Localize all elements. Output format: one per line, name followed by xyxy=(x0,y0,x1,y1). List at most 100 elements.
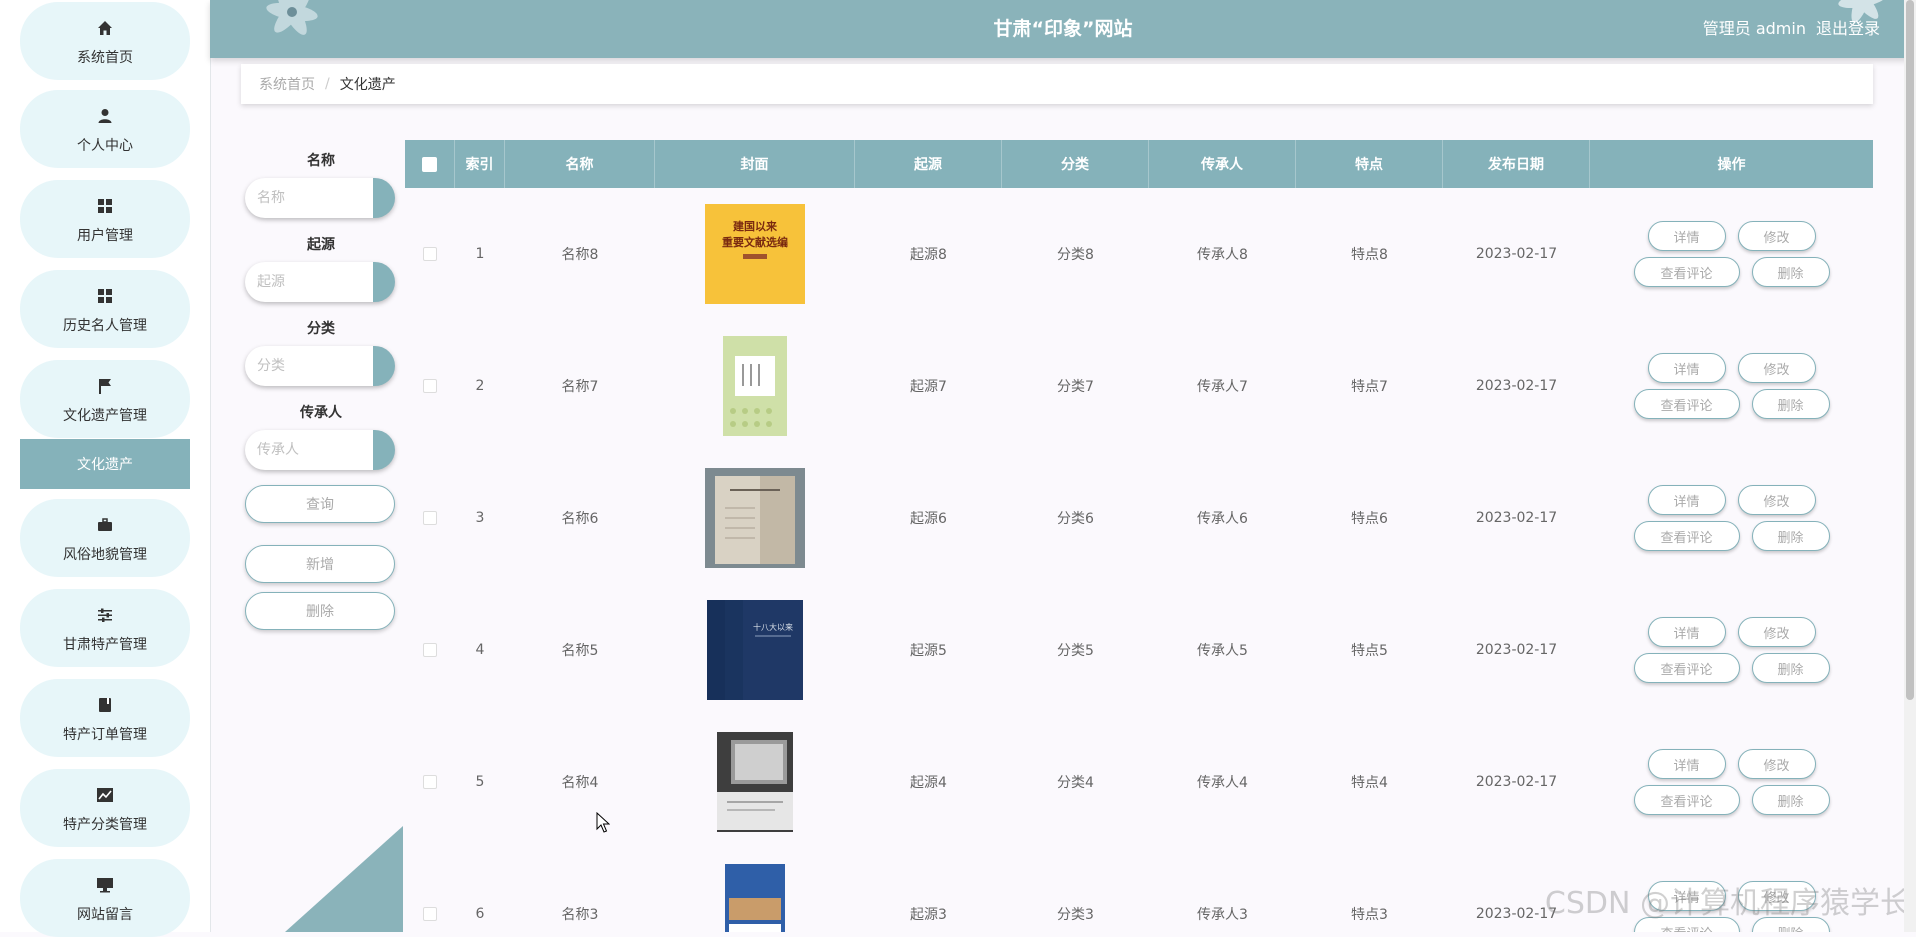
row-checkbox[interactable] xyxy=(423,775,437,789)
cell-cover xyxy=(655,452,855,584)
detail-button[interactable]: 详情 xyxy=(1647,749,1726,779)
view-comments-button[interactable]: 查看评论 xyxy=(1633,389,1740,419)
sidebar-item-celebrities[interactable]: 历史名人管理 xyxy=(20,270,190,348)
sidebar-item-categories[interactable]: 特产分类管理 xyxy=(20,769,190,847)
home-icon xyxy=(96,19,114,37)
detail-button[interactable]: 详情 xyxy=(1647,617,1726,647)
batch-delete-button[interactable]: 删除 xyxy=(245,592,395,630)
sidebar-item-heritage[interactable]: 文化遗产管理 xyxy=(20,360,190,438)
row-select-cell xyxy=(405,320,455,452)
cover-image xyxy=(705,336,805,436)
cell-cover xyxy=(655,716,855,848)
header-category: 分类 xyxy=(1002,140,1149,188)
header-actions: 操作 xyxy=(1717,157,1746,173)
delete-button[interactable]: 删除 xyxy=(1751,653,1830,683)
select-all-checkbox[interactable] xyxy=(422,156,437,172)
edit-button[interactable]: 修改 xyxy=(1737,353,1816,383)
edit-button[interactable]: 修改 xyxy=(1737,617,1816,647)
row-checkbox[interactable] xyxy=(423,511,437,525)
sidebar-item-profile[interactable]: 个人中心 xyxy=(20,90,190,168)
data-table: 索引 名称 封面 起源 分类 传承人 特点 发布日期 操作 1 名称8 建国以来 重要… xyxy=(405,140,1873,932)
view-comments-button[interactable]: 查看评论 xyxy=(1633,785,1740,815)
sidebar-subitem-heritage[interactable]: 文化遗产 xyxy=(20,439,190,489)
grid-icon xyxy=(96,197,114,215)
view-comments-button[interactable]: 查看评论 xyxy=(1633,653,1740,683)
sidebar-item-messages[interactable]: 网站留言 xyxy=(20,859,190,937)
select-all-cell xyxy=(405,140,455,188)
sliders-icon xyxy=(96,606,114,624)
table-header: 索引 名称 封面 起源 分类 传承人 特点 发布日期 操作 xyxy=(405,140,1873,188)
sidebar-item-label: 系统首页 xyxy=(77,50,133,66)
sidebar-item-label: 个人中心 xyxy=(77,138,133,154)
detail-button[interactable]: 详情 xyxy=(1647,221,1726,251)
sidebar-item-label: 文化遗产管理 xyxy=(63,408,147,424)
briefcase-icon xyxy=(96,516,114,534)
cell-date: 2023-02-17 xyxy=(1475,378,1558,394)
cell-index: 2 xyxy=(475,378,485,394)
edit-button[interactable]: 修改 xyxy=(1737,485,1816,515)
header-index: 索引 xyxy=(455,140,505,188)
view-comments-button[interactable]: 查看评论 xyxy=(1633,521,1740,551)
edit-button[interactable]: 修改 xyxy=(1737,221,1816,251)
sidebar-item-customs[interactable]: 风俗地貌管理 xyxy=(20,499,190,577)
sidebar-item-specialties[interactable]: 甘肃特产管理 xyxy=(20,589,190,667)
detail-button[interactable]: 详情 xyxy=(1647,485,1726,515)
header-heir: 传承人 xyxy=(1149,140,1296,188)
row-checkbox[interactable] xyxy=(423,379,437,393)
scrollbar-thumb[interactable] xyxy=(1906,0,1914,700)
view-comments-button[interactable]: 查看评论 xyxy=(1633,257,1740,287)
cell-name: 名称3 xyxy=(561,907,599,923)
category-input[interactable] xyxy=(245,346,395,386)
cell-index: 1 xyxy=(475,246,485,262)
edit-button[interactable]: 修改 xyxy=(1737,749,1816,779)
breadcrumb-home[interactable]: 系统首页 xyxy=(259,74,315,94)
cell-origin: 起源7 xyxy=(910,379,947,395)
top-header: 甘肃“印象”网站 管理员 admin 退出登录 xyxy=(210,0,1916,58)
page-scrollbar[interactable] xyxy=(1904,0,1916,932)
header-origin: 起源 xyxy=(855,140,1002,188)
detail-button[interactable]: 详情 xyxy=(1647,353,1726,383)
logout-link[interactable]: 退出登录 xyxy=(1816,0,1880,58)
cover-image: 十八大以来 xyxy=(705,600,805,700)
row-checkbox[interactable] xyxy=(423,907,437,921)
sidebar-item-label: 甘肃特产管理 xyxy=(63,637,147,653)
cell-category: 分类5 xyxy=(1057,643,1094,659)
cell-actions: 详情修改查看评论删除 xyxy=(1590,584,1873,716)
sidebar-item-home[interactable]: 系统首页 xyxy=(20,2,190,80)
row-select-cell xyxy=(405,848,455,932)
svg-text:重要文献选编: 重要文献选编 xyxy=(722,235,788,249)
cell-cover xyxy=(655,320,855,452)
query-button[interactable]: 查询 xyxy=(245,485,395,523)
row-checkbox[interactable] xyxy=(423,643,437,657)
sidebar: 系统首页 个人中心 用户管理 历史名人管理 文化遗产管理 文化遗产 风俗地貌管理 xyxy=(0,0,211,937)
cell-name: 名称4 xyxy=(561,775,599,791)
cover-image: 中国文献学 xyxy=(705,864,805,932)
svg-text:十八大以来: 十八大以来 xyxy=(753,622,793,632)
sidebar-item-users[interactable]: 用户管理 xyxy=(20,180,190,258)
delete-button[interactable]: 删除 xyxy=(1751,389,1830,419)
table-row: 1 名称8 建国以来 重要文献选编 起源8 分类8 传承人8 特点8 2023-02-17 详情修… xyxy=(405,188,1873,320)
cell-heir: 传承人7 xyxy=(1197,379,1248,395)
heir-input[interactable] xyxy=(245,430,395,470)
flag-icon xyxy=(96,377,114,395)
name-input[interactable] xyxy=(245,178,395,218)
delete-button[interactable]: 删除 xyxy=(1751,785,1830,815)
cell-name: 名称6 xyxy=(561,511,599,527)
cell-feature: 特点5 xyxy=(1351,643,1388,659)
grid-icon xyxy=(96,287,114,305)
add-button[interactable]: 新增 xyxy=(245,545,395,583)
cell-feature: 特点7 xyxy=(1351,379,1388,395)
delete-button[interactable]: 删除 xyxy=(1751,521,1830,551)
cell-feature: 特点4 xyxy=(1351,775,1388,791)
cover-image xyxy=(705,732,805,832)
sidebar-item-label: 特产订单管理 xyxy=(63,727,147,743)
sidebar-item-orders[interactable]: 特产订单管理 xyxy=(20,679,190,757)
delete-button[interactable]: 删除 xyxy=(1751,257,1830,287)
cell-name: 名称5 xyxy=(561,643,599,659)
row-checkbox[interactable] xyxy=(423,247,437,261)
cell-name: 名称8 xyxy=(561,247,599,263)
origin-input[interactable] xyxy=(245,262,395,302)
monitor-icon xyxy=(96,876,114,894)
cell-actions: 详情修改查看评论删除 xyxy=(1590,716,1873,848)
row-select-cell xyxy=(405,716,455,848)
